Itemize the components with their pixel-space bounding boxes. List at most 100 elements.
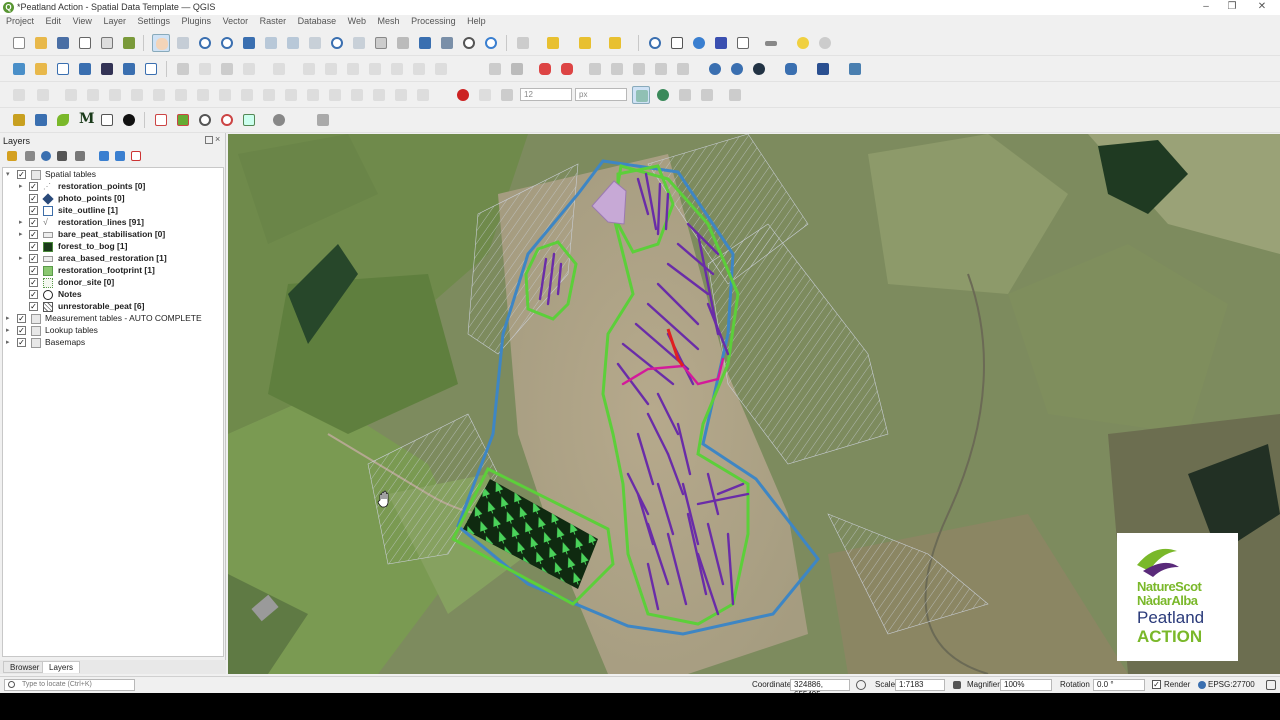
digitize-icon[interactable] [240, 60, 258, 78]
layer-checkbox[interactable]: ✓ [29, 266, 38, 275]
add-virtual-layer-icon[interactable] [142, 60, 160, 78]
modify-attributes-icon[interactable] [300, 60, 318, 78]
rotate-feature-icon[interactable] [62, 86, 80, 104]
collapse-all-icon[interactable] [112, 148, 128, 164]
restore-button[interactable]: ❐ [1222, 1, 1242, 12]
zoom-plugin-icon[interactable] [196, 111, 214, 129]
layer-checkbox[interactable]: ✓ [29, 302, 38, 311]
paste-style-icon[interactable] [174, 111, 192, 129]
tree-row-restoration-lines[interactable]: ▸ ✓ √ restoration_lines [91] [3, 217, 223, 229]
chevron-right-icon[interactable]: ▸ [6, 326, 10, 334]
tools-plugin-icon[interactable] [314, 111, 332, 129]
menu-database[interactable]: Database [295, 15, 340, 27]
decorations-icon[interactable] [816, 34, 834, 52]
leaf-plugin-icon[interactable] [54, 111, 72, 129]
snapping-layers-icon[interactable] [498, 86, 516, 104]
close-panel-icon[interactable]: × [215, 134, 220, 144]
crs-globe-icon[interactable] [1198, 681, 1206, 689]
extent-plugin-icon[interactable] [240, 111, 258, 129]
close-button[interactable]: ✕ [1252, 1, 1272, 12]
merge-attributes-icon[interactable] [326, 86, 344, 104]
select-features-icon[interactable] [514, 34, 532, 52]
add-part-icon[interactable] [128, 86, 146, 104]
chevron-right-icon[interactable]: ▸ [19, 182, 23, 190]
record-plugin-icon[interactable] [98, 111, 116, 129]
tree-row-lookup-tables[interactable]: ▸ ✓ Lookup tables [3, 325, 223, 337]
tree-row-restoration-footprint[interactable]: ✓ restoration_footprint [1] [3, 265, 223, 277]
current-edits-icon[interactable] [174, 60, 192, 78]
globe-camera-icon[interactable] [750, 60, 768, 78]
layer-checkbox[interactable]: ✓ [17, 170, 26, 179]
save-as-icon[interactable] [76, 34, 94, 52]
select-by-expression-icon[interactable] [606, 34, 624, 52]
chevron-right-icon[interactable]: ▸ [6, 338, 10, 346]
label-change-icon[interactable] [630, 60, 648, 78]
layer-checkbox[interactable]: ✓ [29, 182, 38, 191]
layer-checkbox[interactable]: ✓ [17, 326, 26, 335]
zoom-in-icon[interactable] [196, 34, 214, 52]
label-abc-icon[interactable] [536, 60, 554, 78]
tab-layers[interactable]: Layers [42, 661, 81, 673]
split-parts-icon[interactable] [282, 86, 300, 104]
layer-checkbox[interactable]: ✓ [29, 254, 38, 263]
add-wms-icon[interactable] [98, 60, 116, 78]
expand-all-icon[interactable] [96, 148, 112, 164]
globe-plugin-icon[interactable] [270, 111, 288, 129]
layer-checkbox[interactable]: ✓ [29, 194, 38, 203]
statistics-sigma-icon[interactable] [712, 34, 730, 52]
pan-to-selection-icon[interactable] [174, 34, 192, 52]
save-project-icon[interactable] [54, 34, 72, 52]
label-diagram-icon[interactable] [674, 60, 692, 78]
copy-features-icon[interactable] [366, 60, 384, 78]
chevron-down-icon[interactable]: ▾ [6, 170, 10, 178]
manage-visibility-icon[interactable] [38, 148, 54, 164]
label-tool-icon[interactable] [486, 60, 504, 78]
tree-row-basemaps[interactable]: ▸ ✓ Basemaps [3, 337, 223, 349]
tree-row-notes[interactable]: ✓ Notes [3, 289, 223, 301]
delete-ring-icon[interactable] [172, 86, 190, 104]
float-panel-icon[interactable] [205, 136, 213, 144]
menu-settings[interactable]: Settings [134, 15, 173, 27]
new-3d-view-icon[interactable] [394, 34, 412, 52]
rotation-spinbox[interactable]: 0.0 ° [1093, 679, 1145, 691]
nodes-plugin-icon[interactable] [32, 111, 50, 129]
zoom-native-icon[interactable] [306, 34, 324, 52]
add-group-icon[interactable] [22, 148, 38, 164]
settings-gear-icon[interactable] [690, 34, 708, 52]
menu-web[interactable]: Web [345, 15, 369, 27]
menu-mesh[interactable]: Mesh [375, 15, 403, 27]
measure-line-icon[interactable] [762, 34, 780, 52]
data-source-manager-icon[interactable] [10, 60, 28, 78]
topological-editing-icon[interactable] [632, 86, 650, 104]
open-styling-icon[interactable] [4, 148, 20, 164]
label-show-hide-icon[interactable] [652, 60, 670, 78]
reverse-line-icon[interactable] [414, 86, 432, 104]
add-raster-icon[interactable] [76, 60, 94, 78]
offset-symbols-icon[interactable] [370, 86, 388, 104]
tree-row-restoration-points[interactable]: ▸ ✓ ⋰ restoration_points [0] [3, 181, 223, 193]
label-move-icon[interactable] [586, 60, 604, 78]
menu-vector[interactable]: Vector [220, 15, 252, 27]
coordinate-field[interactable]: 324886, 655495 [790, 679, 850, 699]
split-features-icon[interactable] [260, 86, 278, 104]
scale-select[interactable]: 1:7183 [895, 679, 945, 691]
tab-browser[interactable]: Browser [3, 661, 47, 673]
zoom-full-icon[interactable] [240, 34, 258, 52]
chevron-right-icon[interactable]: ▸ [19, 254, 23, 262]
rotate-symbols-icon[interactable] [348, 86, 366, 104]
zoom-plugin-2-icon[interactable] [218, 111, 236, 129]
snapping-type-icon[interactable] [476, 86, 494, 104]
menu-layer[interactable]: Layer [100, 15, 129, 27]
menu-edit[interactable]: Edit [43, 15, 65, 27]
attribute-table-icon[interactable] [668, 34, 686, 52]
map-tips-icon[interactable] [794, 34, 812, 52]
fill-ring-icon[interactable] [150, 86, 168, 104]
tree-row-bare-peat-stabilisation[interactable]: ▸ ✓ bare_peat_stabilisation [0] [3, 229, 223, 241]
zoom-out-icon[interactable] [218, 34, 236, 52]
tree-row-site-outline[interactable]: ✓ site_outline [1] [3, 205, 223, 217]
layer-checkbox[interactable]: ✓ [17, 314, 26, 323]
print-layout-icon[interactable] [98, 34, 116, 52]
layer-checkbox[interactable]: ✓ [29, 218, 38, 227]
open-attribute-table-icon[interactable] [544, 34, 562, 52]
lock-scale-icon[interactable] [953, 681, 961, 689]
